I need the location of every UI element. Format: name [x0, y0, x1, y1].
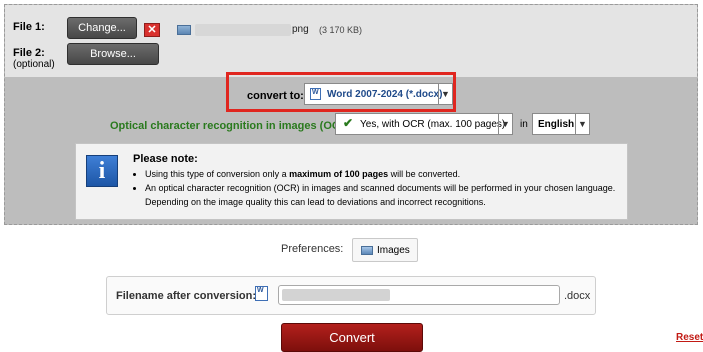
note-bullet-1: Using this type of conversion only a max…: [145, 167, 625, 181]
reset-link[interactable]: Reset: [676, 332, 703, 343]
file-selection-area: File 1: Change... ✕ png (3 170 KB) File …: [5, 5, 697, 77]
preferences-label: Preferences:: [281, 243, 344, 255]
filename-label: Filename after conversion:: [116, 290, 256, 302]
chevron-down-icon: ▼: [575, 114, 589, 134]
word-document-icon: [255, 286, 268, 301]
ocr-select[interactable]: ✔ Yes, with OCR (max. 100 pages) ▼: [335, 113, 513, 135]
images-preferences-button[interactable]: Images: [352, 238, 418, 262]
convert-to-highlight: [226, 72, 456, 112]
in-label: in: [520, 119, 528, 130]
filename-extension: .docx: [564, 290, 591, 302]
convert-button[interactable]: Convert: [281, 323, 423, 352]
image-file-icon: [177, 25, 191, 35]
file1-label: File 1:: [13, 21, 45, 33]
filename-input[interactable]: [278, 285, 560, 305]
language-select[interactable]: English ▼: [532, 113, 590, 135]
blurred-filename: [195, 24, 291, 36]
file1-extension: png: [292, 24, 309, 35]
image-icon: [361, 246, 373, 255]
blurred-filename: [282, 289, 390, 301]
file1-size: (3 170 KB): [319, 25, 363, 35]
close-icon[interactable]: ✕: [144, 23, 160, 37]
note-title: Please note:: [133, 153, 198, 165]
filename-box: Filename after conversion: .docx: [106, 276, 596, 315]
note-box: i Please note: Using this type of conver…: [75, 143, 628, 220]
browse-file-button[interactable]: Browse...: [67, 43, 159, 65]
ocr-value: Yes, with OCR (max. 100 pages): [360, 119, 506, 130]
checkmark-icon: ✔: [343, 116, 354, 130]
chevron-down-icon: ▼: [498, 114, 512, 134]
ocr-label: Optical character recognition in images …: [110, 120, 356, 132]
images-button-label: Images: [377, 245, 410, 256]
file2-label: File 2:: [13, 47, 45, 59]
file2-optional-label: (optional): [13, 59, 55, 70]
change-file-button[interactable]: Change...: [67, 17, 137, 39]
note-bullet-2: An optical character recognition (OCR) i…: [145, 181, 625, 209]
language-value: English: [538, 119, 575, 130]
info-icon: i: [86, 155, 118, 187]
note-list: Using this type of conversion only a max…: [133, 167, 625, 209]
